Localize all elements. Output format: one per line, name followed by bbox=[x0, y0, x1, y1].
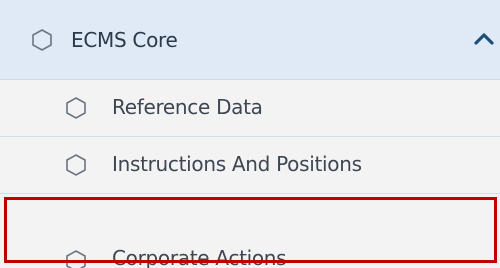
hexagon-icon bbox=[66, 97, 86, 119]
menu-item-instructions-and-positions[interactable]: Instructions And Positions bbox=[0, 137, 500, 194]
chevron-up-icon[interactable] bbox=[473, 32, 495, 46]
menu-group-label: ECMS Core bbox=[71, 28, 178, 52]
menu-item-label: Reference Data bbox=[112, 95, 263, 119]
menu-item-corporate-actions[interactable]: Corporate Actions bbox=[0, 194, 500, 268]
menu-item-reference-data[interactable]: Reference Data bbox=[0, 80, 500, 137]
menu-group-ecms-core[interactable]: ECMS Core bbox=[0, 0, 500, 80]
menu-item-label: Instructions And Positions bbox=[112, 152, 362, 176]
hexagon-icon bbox=[32, 29, 52, 51]
hexagon-icon bbox=[66, 154, 86, 176]
menu-item-label: Corporate Actions bbox=[112, 246, 287, 268]
ecms-navigation-menu: ECMS Core Reference Data Instructions An… bbox=[0, 0, 500, 268]
hexagon-icon bbox=[66, 250, 86, 268]
